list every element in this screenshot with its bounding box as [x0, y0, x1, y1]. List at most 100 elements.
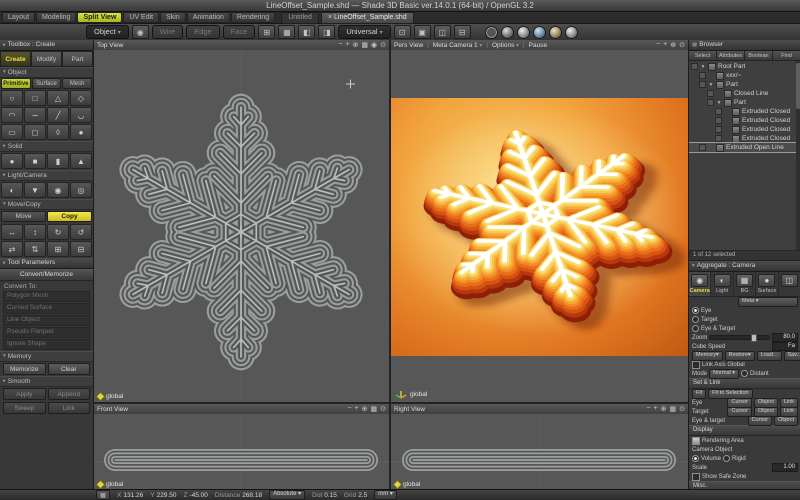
pointlight-tool-icon[interactable]: ◐ [1, 182, 23, 198]
fit-button[interactable]: Fit [692, 389, 706, 399]
visibility-icon[interactable] [707, 90, 714, 97]
rotate-ccw-tool-icon[interactable]: ↺ [70, 224, 92, 240]
open-arc-tool-icon[interactable]: ◡ [70, 107, 92, 123]
volume-radio[interactable] [692, 455, 699, 462]
aggregate-tab-bg[interactable]: ▦ BG [734, 272, 756, 296]
shading-wireframe-icon[interactable] [485, 26, 498, 39]
tree-item-part2[interactable]: ▾ Part [689, 98, 800, 107]
eye-target-cursor-button[interactable]: Cursor [748, 416, 773, 426]
zoom-out-icon[interactable]: − [646, 405, 650, 413]
toolbox-panel-header[interactable]: ▸ Toolbox : Create [0, 40, 93, 51]
target-row[interactable]: Target [689, 315, 800, 324]
restore-dropdown[interactable]: Restore▾ [725, 351, 755, 361]
close-icon[interactable]: × [328, 14, 332, 21]
maximize-view-icon[interactable]: ⊙ [679, 405, 685, 413]
camera-select-dropdown[interactable]: Meta Camera 1 ▾ [433, 42, 482, 49]
toolbox-tab-part[interactable]: Part [62, 51, 93, 67]
tree-scrollbar-thumb[interactable] [796, 63, 800, 109]
rendering-area-checkbox[interactable] [692, 437, 700, 445]
rigid-radio[interactable] [723, 455, 730, 462]
object-mode-dropdown[interactable]: Object▾ [86, 25, 129, 39]
rendering-area-row[interactable]: Rendering Area [689, 436, 800, 445]
tab-animation[interactable]: Animation [187, 12, 230, 23]
line-tool-icon[interactable]: ╱ [47, 107, 69, 123]
shrink-tool-icon[interactable]: ⊟ [70, 241, 92, 257]
tab-rendering[interactable]: Rendering [231, 12, 275, 23]
maximize-view-icon[interactable]: ⊙ [679, 41, 685, 49]
append-button[interactable]: Append [48, 388, 91, 400]
visibility-icon[interactable] [699, 81, 706, 88]
toolbox-tab-modify[interactable]: Modify [31, 51, 62, 67]
camera-tool-icon[interactable]: ◉ [47, 182, 69, 198]
shading-phong-icon[interactable] [533, 26, 546, 39]
aggregate-tab-light[interactable]: ◐ Light [711, 272, 733, 296]
move-button[interactable]: Move [1, 211, 46, 222]
zoom-in-icon[interactable]: + [654, 405, 658, 413]
tab-skin[interactable]: Skin [160, 12, 186, 23]
tree-item-part[interactable]: ▾ Part [689, 80, 800, 89]
browser-header[interactable]: ▦ Browser [689, 40, 800, 51]
meta-dropdown[interactable]: Meta ▾ [738, 297, 798, 307]
sweep-button[interactable]: Sweep [3, 402, 46, 414]
safe-zone-checkbox[interactable] [692, 473, 700, 481]
target-radio[interactable] [692, 316, 699, 323]
fit-view-icon[interactable]: ⊕ [362, 405, 368, 413]
tree-item-extruded-1[interactable]: Extruded Closed [689, 107, 800, 116]
tree-item-closed-line[interactable]: Closed Line [689, 89, 800, 98]
zoom-out-icon[interactable]: − [338, 41, 342, 49]
shading-preview-icon[interactable] [565, 26, 578, 39]
link-axis-row[interactable]: Link Axis Global [689, 360, 800, 369]
zoom-in-icon[interactable]: + [663, 41, 667, 49]
link-axis-checkbox[interactable] [692, 361, 700, 369]
polygon-tool-icon[interactable]: △ [47, 90, 69, 106]
primitive-button[interactable]: Primitive [1, 78, 31, 89]
grid-toggle-icon[interactable]: ▦ [371, 405, 378, 413]
target-cursor-button[interactable]: Cursor [727, 407, 752, 417]
aggregate-tab-misc[interactable]: ◫ [779, 272, 800, 296]
translate-x-tool-icon[interactable]: ↔ [1, 224, 23, 240]
tab-split-view[interactable]: Split View [77, 12, 122, 23]
rotate-cw-tool-icon[interactable]: ↻ [47, 224, 69, 240]
grid-toggle-icon[interactable]: ▦ [670, 405, 677, 413]
edge-mode-button[interactable]: Edge [186, 25, 220, 39]
cone-tool-icon[interactable]: ▲ [70, 153, 92, 169]
cube-speed-value[interactable]: Fa [772, 342, 798, 351]
swap-v-tool-icon[interactable]: ⇅ [24, 241, 46, 257]
box-tool-icon[interactable]: ◻ [24, 124, 46, 140]
zoom-in-icon[interactable]: + [355, 405, 359, 413]
eye-row[interactable]: Eye [689, 306, 800, 315]
visibility-icon[interactable] [699, 72, 706, 79]
shading-hiddenline-icon[interactable] [501, 26, 514, 39]
eye-target-radio[interactable] [692, 325, 699, 332]
sphere-tool-icon[interactable]: ● [1, 153, 23, 169]
expand-tool-icon[interactable]: ⊞ [47, 241, 69, 257]
visibility-icon[interactable] [707, 99, 714, 106]
diamond-tool-icon[interactable]: ◇ [70, 90, 92, 106]
zoom-slider[interactable] [709, 335, 770, 340]
circle-tool-icon[interactable]: ○ [1, 90, 23, 106]
disk-tool-icon[interactable]: ● [70, 124, 92, 140]
zoom-out-icon[interactable]: − [656, 41, 660, 49]
save-button[interactable]: Sav... [784, 351, 800, 361]
zoom-in-icon[interactable]: + [345, 41, 349, 49]
visibility-icon[interactable] [691, 63, 698, 70]
mesh-button[interactable]: Mesh [62, 78, 92, 89]
copy-button[interactable]: Copy [47, 211, 92, 222]
top-view-canvas[interactable]: global [94, 50, 389, 402]
shading-gouraud-icon[interactable] [517, 26, 530, 39]
options-dropdown[interactable]: Options ▾ [492, 42, 519, 49]
arealight-tool-icon[interactable]: ◎ [70, 182, 92, 198]
convert-option-polygon-mesh[interactable]: Polygon Mesh [3, 291, 90, 302]
convert-option-line-object[interactable]: Line Object [3, 315, 90, 326]
doc-tab-lineoffset[interactable]: ×LineOffset_Sample.shd [321, 12, 414, 24]
mirror-right-icon[interactable]: ◨ [318, 25, 335, 39]
aggregate-tab-surface[interactable]: ● Surface [756, 272, 778, 296]
convert-option-ignore-shape[interactable]: Ignore Shape [3, 339, 90, 350]
zoom-slider-knob[interactable] [751, 334, 757, 342]
tab-modeling[interactable]: Modeling [36, 12, 76, 23]
load-button[interactable]: Load... [757, 351, 782, 361]
tree-item-extruded-2[interactable]: Extruded Closed [689, 116, 800, 125]
tree-scrollbar[interactable] [796, 61, 800, 250]
mirror-left-icon[interactable]: ◧ [298, 25, 315, 39]
visibility-icon[interactable] [715, 126, 722, 133]
